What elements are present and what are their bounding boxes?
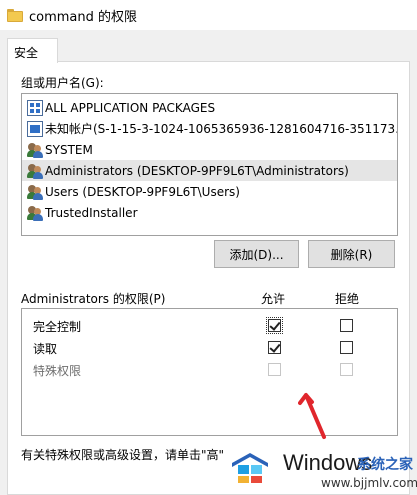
window-title: command 的权限 [29, 9, 138, 25]
add-button[interactable]: 添加(D)... [214, 240, 299, 268]
tab-strip: 安全 [0, 30, 417, 63]
permissions-title: Administrators 的权限(P) [21, 292, 166, 306]
users-icon [27, 205, 43, 221]
remove-button[interactable]: 删除(R) [308, 240, 395, 268]
security-panel: 组或用户名(G): ALL APPLICATION PACKAGES 未知帐户(… [7, 61, 410, 495]
read-deny-checkbox[interactable] [340, 341, 353, 354]
read-allow-checkbox[interactable] [268, 341, 281, 354]
groups-label: 组或用户名(G): [21, 76, 104, 90]
users-icon [27, 142, 43, 158]
permission-label: 特殊权限 [33, 364, 82, 378]
title-bar: command 的权限 [0, 0, 417, 30]
full-control-deny-checkbox[interactable] [340, 319, 353, 332]
deny-column-header: 拒绝 [335, 292, 360, 306]
unknown-account-icon [27, 120, 43, 137]
list-item-trustedinstaller[interactable]: TrustedInstaller [22, 202, 397, 223]
users-icon [27, 184, 43, 200]
list-item-system[interactable]: SYSTEM [22, 139, 397, 160]
allow-column-header: 允许 [261, 292, 286, 306]
list-item-administrators[interactable]: Administrators (DESKTOP-9PF9L6T\Administ… [22, 160, 397, 181]
list-item-label: SYSTEM [45, 142, 93, 157]
full-control-allow-checkbox[interactable] [266, 317, 283, 334]
permission-label: 完全控制 [33, 320, 82, 334]
windows-logo-icon [232, 453, 268, 483]
permission-row-full-control: 完全控制 [22, 315, 397, 337]
tab-security[interactable]: 安全 [7, 38, 58, 63]
watermark-cn: 系统之家 [357, 457, 413, 473]
annotation-arrow-icon [298, 393, 326, 439]
list-item-label: Administrators (DESKTOP-9PF9L6T\Administ… [45, 163, 349, 178]
groups-listbox[interactable]: ALL APPLICATION PACKAGES 未知帐户(S-1-15-3-1… [21, 93, 398, 236]
watermark: Windows 系统之家 www.bjjmlv.com [225, 445, 417, 495]
app-packages-icon [27, 99, 43, 116]
list-item-label: ALL APPLICATION PACKAGES [45, 100, 216, 115]
list-item-users[interactable]: Users (DESKTOP-9PF9L6T\Users) [22, 181, 397, 202]
list-item-unknown-account[interactable]: 未知帐户(S-1-15-3-1024-1065365936-1281604716… [22, 118, 397, 139]
permission-row-read: 读取 [22, 337, 397, 359]
folder-icon [7, 8, 23, 22]
permission-row-special: 特殊权限 [22, 359, 397, 381]
list-item-label: TrustedInstaller [45, 205, 138, 220]
list-item-label: 未知帐户(S-1-15-3-1024-1065365936-1281604716… [45, 122, 398, 136]
special-deny-checkbox [340, 363, 353, 376]
users-icon [27, 163, 43, 179]
permission-label: 读取 [33, 342, 58, 356]
list-item-label: Users (DESKTOP-9PF9L6T\Users) [45, 184, 240, 199]
permissions-list: 完全控制 读取 特殊权限 [21, 308, 398, 436]
watermark-url: www.bjjmlv.com [321, 476, 417, 490]
special-allow-checkbox [268, 363, 281, 376]
list-item-all-app-packages[interactable]: ALL APPLICATION PACKAGES [22, 97, 397, 118]
